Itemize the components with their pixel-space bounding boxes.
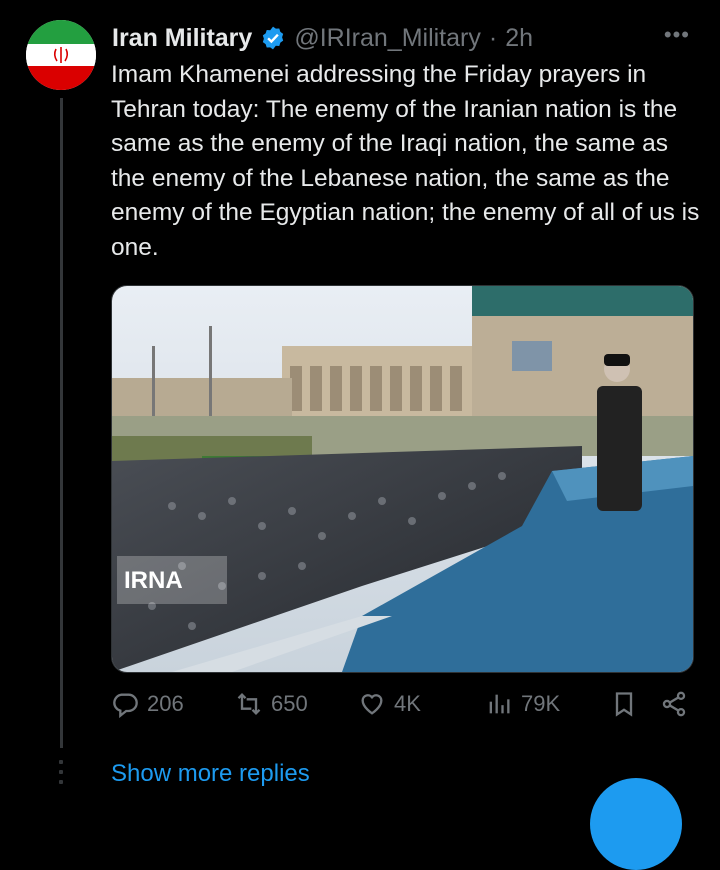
share-icon — [662, 691, 686, 717]
action-bar: 206 650 4K 79K — [111, 690, 696, 730]
header-separator: · — [488, 23, 498, 52]
tweet-media[interactable]: IRNA — [111, 285, 694, 673]
retweet-button[interactable]: 650 — [235, 690, 308, 718]
irna-watermark: IRNA — [124, 567, 183, 594]
bookmark-icon — [615, 692, 633, 717]
views-button[interactable]: 79K — [485, 690, 560, 718]
show-more-replies-link[interactable]: Show more replies — [111, 760, 310, 788]
heart-icon — [361, 694, 383, 715]
verified-badge-icon — [263, 26, 284, 50]
media-photo: IRNA — [112, 286, 693, 672]
thread-line — [60, 98, 63, 748]
reply-icon — [113, 693, 138, 718]
reply-button[interactable]: 206 — [111, 690, 184, 718]
retweet-count: 650 — [271, 691, 308, 716]
views-icon — [489, 694, 510, 714]
tweet-header: Iran Military @IRIran_Military · 2h — [112, 22, 692, 54]
tweet-time[interactable]: 2h — [505, 24, 533, 53]
bookmark-button[interactable] — [610, 690, 646, 718]
retweet-icon — [237, 693, 261, 715]
thread-dots — [59, 760, 63, 790]
like-count: 4K — [394, 691, 421, 716]
author-avatar[interactable] — [26, 20, 96, 90]
iran-flag-avatar-icon — [26, 20, 96, 90]
compose-fab[interactable] — [590, 778, 682, 870]
views-count: 79K — [521, 691, 561, 716]
reply-count: 206 — [147, 691, 184, 716]
author-handle[interactable]: @IRIran_Military — [294, 24, 481, 53]
share-button[interactable] — [660, 690, 696, 718]
like-button[interactable]: 4K — [358, 690, 421, 718]
author-name[interactable]: Iran Military — [112, 24, 252, 53]
more-options-icon[interactable]: ••• — [664, 22, 690, 48]
tweet-text: Imam Khamenei addressing the Friday pray… — [111, 61, 700, 261]
